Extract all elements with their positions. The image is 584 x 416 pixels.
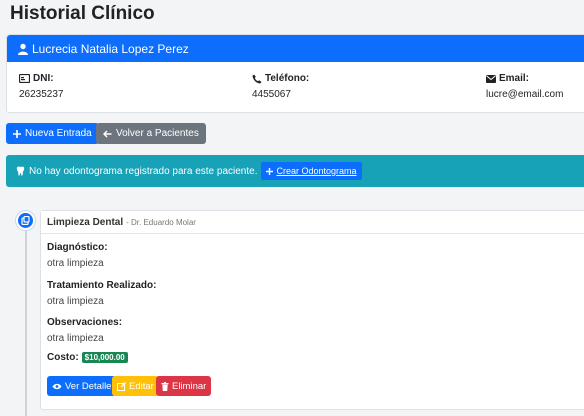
timeline-marker	[16, 211, 35, 230]
phone-icon	[252, 74, 262, 83]
observations-value: otra limpieza	[47, 333, 104, 344]
observations-section: Observaciones: otra limpieza	[47, 317, 122, 344]
plus-icon	[266, 167, 274, 175]
envelope-icon	[486, 74, 496, 83]
treatment-value: otra limpieza	[47, 296, 104, 307]
entry-card: Limpieza Dental - Dr. Eduardo Molar Diag…	[40, 210, 584, 410]
view-detail-label: Ver Detalle	[65, 380, 112, 392]
id-card-icon	[19, 74, 30, 83]
entry-header: Limpieza Dental - Dr. Eduardo Molar	[41, 211, 584, 234]
dni-label: DNI:	[33, 73, 54, 84]
phone-label: Teléfono:	[265, 73, 310, 84]
view-detail-button[interactable]: Ver Detalle	[47, 376, 117, 396]
alert-message: No hay odontograma registrado para este …	[29, 165, 258, 177]
plus-icon	[13, 129, 21, 138]
create-odontogram-button[interactable]: Crear Odontograma	[261, 162, 362, 180]
edit-button[interactable]: Editar	[112, 376, 159, 396]
patient-card: Lucrecia Natalia Lopez Perez DNI: 262352…	[6, 34, 584, 113]
diagnosis-section: Diagnóstico: otra limpieza	[47, 242, 108, 269]
new-entry-button[interactable]: Nueva Entrada	[6, 123, 99, 144]
back-label: Volver a Pacientes	[116, 128, 199, 139]
email-info: Email: lucre@email.com	[486, 73, 563, 100]
edit-label: Editar	[129, 380, 154, 392]
edit-icon	[117, 381, 126, 391]
cost-label: Costo:	[47, 352, 79, 363]
dni-value: 26235237	[19, 89, 64, 100]
treatment-section: Tratamiento Realizado: otra limpieza	[47, 280, 156, 307]
diagnosis-value: otra limpieza	[47, 258, 104, 269]
odontogram-alert: No hay odontograma registrado para este …	[6, 155, 584, 187]
clipboard-icon	[21, 216, 30, 225]
trash-icon	[161, 381, 169, 391]
cost-row: Costo: $10,000.00	[47, 352, 128, 363]
treatment-label: Tratamiento Realizado:	[47, 280, 157, 291]
delete-label: Eliminar	[172, 380, 207, 392]
tooth-icon	[16, 166, 25, 176]
observations-label: Observaciones:	[47, 317, 123, 328]
phone-value: 4455067	[252, 89, 291, 100]
delete-button[interactable]: Eliminar	[156, 376, 212, 396]
entry-title: Limpieza Dental	[47, 216, 124, 228]
back-to-patients-button[interactable]: Volver a Pacientes	[96, 123, 206, 144]
eye-icon	[52, 383, 62, 389]
user-icon	[17, 43, 29, 55]
entry-doctor: - Dr. Eduardo Molar	[126, 217, 196, 227]
phone-info: Teléfono: 4455067	[252, 73, 309, 100]
page-title: Historial Clínico	[10, 3, 155, 24]
dni-info: DNI: 26235237	[19, 73, 64, 100]
email-label: Email:	[499, 73, 530, 84]
timeline-line	[25, 226, 27, 416]
arrow-left-icon	[103, 129, 112, 138]
patient-header: Lucrecia Natalia Lopez Perez	[7, 35, 584, 62]
new-entry-label: Nueva Entrada	[25, 128, 92, 139]
cost-badge: $10,000.00	[81, 352, 128, 363]
email-value: lucre@email.com	[486, 89, 564, 100]
patient-name: Lucrecia Natalia Lopez Perez	[32, 41, 189, 56]
diagnosis-label: Diagnóstico:	[47, 242, 108, 253]
create-odontogram-label: Crear Odontograma	[276, 166, 357, 176]
